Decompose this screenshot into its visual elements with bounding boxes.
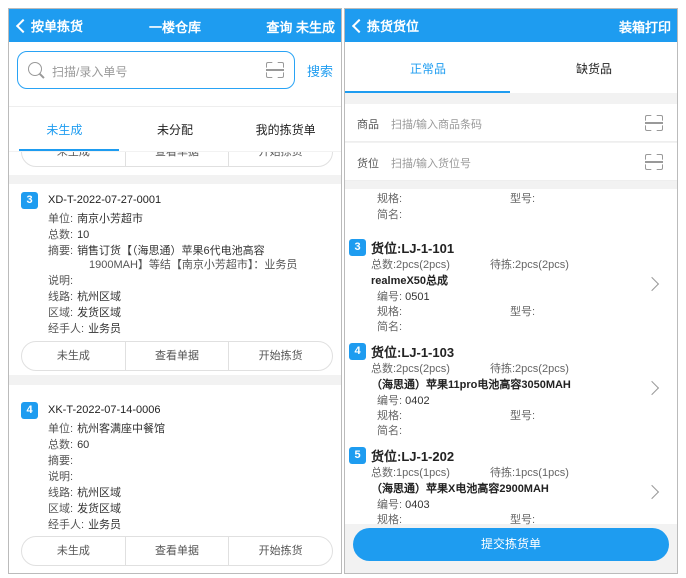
item-index-badge: 4	[349, 343, 366, 360]
submit-pick-list-button[interactable]: 提交拣货单	[353, 528, 669, 561]
order-field: 经手人: 业务员	[48, 519, 122, 531]
app-header: 拣货货位 装箱打印	[345, 9, 677, 42]
item-spec: 规格:	[377, 306, 403, 318]
chevron-right-icon[interactable]	[644, 276, 660, 292]
tab-normal-goods[interactable]: 正常品	[345, 42, 511, 93]
view-document-button[interactable]: 查看单据	[124, 537, 229, 565]
item-short-name: 简名:	[377, 425, 403, 437]
goods-tabs: 正常品 缺货品	[345, 42, 677, 93]
start-picking-button[interactable]: 开始拣货	[228, 152, 332, 166]
item-model: 型号:	[510, 193, 536, 205]
order-index-badge: 3	[21, 192, 38, 209]
item-short-name: 简名:	[377, 209, 403, 221]
card-button-row: 未生成 查看单据 开始拣货	[21, 341, 333, 371]
card-button-row: 未生成 查看单据 开始拣货	[21, 536, 333, 566]
search-button[interactable]: 搜索	[307, 61, 333, 80]
item-model: 型号:	[510, 514, 536, 526]
search-icon	[28, 62, 42, 76]
order-field: 摘要:	[48, 455, 74, 467]
order-card[interactable]: 3 XD-T-2022-07-27-0001 单位: 南京小芳超市 总数: 10 摘…	[9, 184, 341, 375]
search-input[interactable]: 扫描/录入单号	[17, 51, 295, 89]
item-model: 型号:	[510, 306, 536, 318]
item-total: 总数:2pcs(2pcs)	[371, 363, 450, 375]
scan-icon[interactable]	[645, 115, 663, 131]
pick-location-screen: 拣货货位 装箱打印 正常品 缺货品 商品 扫描/输入商品条码 货位 扫描/输入货…	[344, 8, 678, 574]
location-list: 规格: 型号: 简名: 3 货位:LJ-1-101 总数:2pcs(2pcs) …	[345, 189, 677, 526]
status-button[interactable]: 未生成	[22, 342, 125, 370]
item-product-name: （海思通）苹果X电池高容2900MAH	[371, 483, 549, 495]
item-index-badge: 5	[349, 447, 366, 464]
chevron-left-icon	[351, 18, 367, 33]
search-bar: 扫描/录入单号 搜索	[9, 42, 341, 106]
tab-my-pick-list[interactable]: 我的拣货单	[230, 107, 341, 151]
item-model: 型号:	[510, 410, 536, 422]
search-placeholder: 扫描/录入单号	[52, 65, 128, 79]
order-picking-screen: 按单拣货 一楼仓库 查询 未生成 扫描/录入单号 搜索 未生成 未分配 我的拣货…	[8, 8, 342, 574]
status-button[interactable]: 未生成	[22, 152, 125, 166]
item-pending: 待拣:2pcs(2pcs)	[490, 259, 569, 271]
location-label: 货位	[357, 158, 379, 170]
item-product-name: realmeX50总成	[371, 275, 449, 287]
app-header: 按单拣货 一楼仓库 查询 未生成	[9, 9, 341, 42]
scan-icon[interactable]	[266, 62, 284, 78]
status-button[interactable]: 未生成	[22, 537, 125, 565]
tab-ungenerated[interactable]: 未生成	[9, 107, 120, 151]
item-location: 货位:LJ-1-103	[371, 345, 455, 360]
item-code: 编号: 0403	[377, 499, 430, 511]
scan-icon[interactable]	[645, 154, 663, 170]
order-field: 区域: 发货区域	[48, 503, 122, 515]
order-field: 说明:	[48, 275, 74, 287]
order-field: 区域: 发货区域	[48, 307, 122, 319]
card-button-row: 未生成 查看单据 开始拣货	[21, 152, 333, 167]
item-total: 总数:2pcs(2pcs)	[371, 259, 450, 271]
item-short-name: 简名:	[377, 321, 403, 333]
location-field[interactable]: 货位 扫描/输入货位号	[345, 143, 677, 181]
goods-label: 商品	[357, 119, 379, 131]
order-index-badge: 4	[21, 402, 38, 419]
box-print-button[interactable]: 装箱打印	[619, 17, 671, 36]
location-placeholder: 扫描/输入货位号	[391, 158, 472, 170]
goods-placeholder: 扫描/输入商品条码	[391, 119, 483, 131]
view-document-button[interactable]: 查看单据	[124, 342, 229, 370]
order-field: 单位: 南京小芳超市	[48, 213, 144, 225]
item-spec: 规格:	[377, 193, 403, 205]
view-document-button[interactable]: 查看单据	[124, 152, 229, 166]
order-field: 说明:	[48, 471, 74, 483]
goods-barcode-field[interactable]: 商品 扫描/输入商品条码	[345, 104, 677, 142]
item-spec: 规格:	[377, 410, 403, 422]
start-picking-button[interactable]: 开始拣货	[228, 342, 332, 370]
item-location: 货位:LJ-1-202	[371, 449, 455, 464]
order-field: 经手人: 业务员	[48, 323, 122, 335]
order-field: 单位: 杭州客满座中餐馆	[48, 423, 166, 435]
order-number: XK-T-2022-07-14-0006	[48, 404, 161, 416]
order-field: 线路: 杭州区域	[48, 291, 122, 303]
chevron-right-icon[interactable]	[644, 380, 660, 396]
order-number: XD-T-2022-07-27-0001	[48, 194, 162, 206]
query-filter-button[interactable]: 查询 未生成	[266, 17, 335, 36]
tab-shortage-goods[interactable]: 缺货品	[511, 42, 677, 93]
status-tabs: 未生成 未分配 我的拣货单	[9, 106, 341, 151]
item-index-badge: 3	[349, 239, 366, 256]
item-spec: 规格:	[377, 514, 403, 526]
item-code: 编号: 0402	[377, 395, 430, 407]
tab-unassigned[interactable]: 未分配	[120, 107, 231, 151]
item-location: 货位:LJ-1-101	[371, 241, 455, 256]
item-total: 总数:1pcs(1pcs)	[371, 467, 450, 479]
chevron-right-icon[interactable]	[644, 484, 660, 500]
order-field: 总数: 10	[48, 229, 90, 241]
order-card-partial: 未生成 查看单据 开始拣货	[9, 152, 341, 175]
item-product-name: （海思通）苹果11pro电池高容3050MAH	[371, 379, 571, 391]
header-back-label: 拣货货位	[367, 19, 420, 34]
back-button[interactable]: 拣货货位	[351, 16, 419, 35]
item-pending: 待拣:2pcs(2pcs)	[490, 363, 569, 375]
item-code: 编号: 0501	[377, 291, 430, 303]
order-field: 线路: 杭州区域	[48, 487, 122, 499]
start-picking-button[interactable]: 开始拣货	[228, 537, 332, 565]
item-pending: 待拣:1pcs(1pcs)	[490, 467, 569, 479]
order-card[interactable]: 4 XK-T-2022-07-14-0006 单位: 杭州客满座中餐馆 总数: 60…	[9, 385, 341, 573]
order-field-continued: 1900MAH】等结【南京小芳超市】：业务员	[89, 259, 298, 271]
order-field: 总数: 60	[48, 439, 90, 451]
